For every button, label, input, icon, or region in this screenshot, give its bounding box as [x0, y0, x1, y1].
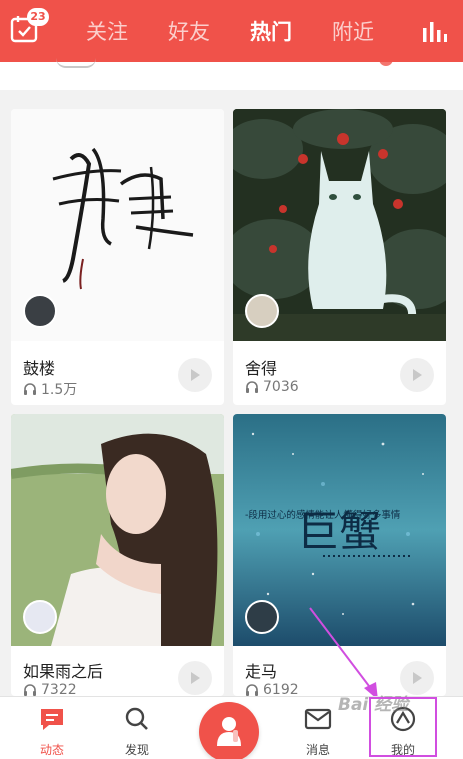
tab-popular[interactable]: 热门	[230, 16, 312, 46]
play-button[interactable]	[178, 358, 212, 392]
record-button[interactable]	[199, 702, 259, 759]
headphones-icon	[246, 381, 258, 393]
play-count-value: 6192	[263, 682, 299, 696]
headphones-icon	[246, 684, 258, 696]
song-card[interactable]: 如果雨之后 7322	[11, 414, 224, 696]
play-icon	[191, 672, 200, 684]
song-card[interactable]: 舍得 7036	[233, 109, 446, 405]
play-icon	[413, 672, 422, 684]
song-title: 鼓楼	[23, 359, 56, 378]
song-title: 舍得	[245, 359, 278, 378]
play-count: 7036	[245, 379, 299, 395]
tab-friends[interactable]: 好友	[148, 16, 230, 46]
play-button[interactable]	[178, 661, 212, 695]
play-icon	[413, 369, 422, 381]
chat-bubble-icon	[41, 709, 63, 730]
annotation-highlight-box	[369, 697, 437, 757]
play-count: 1.5万	[23, 379, 77, 399]
song-cover	[11, 109, 224, 341]
play-count-value: 7322	[41, 682, 77, 696]
nav-feed-label: 动态	[39, 743, 64, 757]
user-avatar[interactable]	[23, 600, 57, 634]
nav-feed[interactable]: 动态	[12, 697, 92, 759]
song-card[interactable]: 鼓楼 1.5万	[11, 109, 224, 405]
singer-icon	[217, 717, 241, 746]
user-avatar[interactable]	[245, 600, 279, 634]
headphones-icon	[24, 684, 36, 696]
play-count-value: 7036	[263, 379, 299, 395]
play-count: 6192	[245, 682, 299, 696]
banner-edge	[56, 58, 96, 68]
cover-subtitle-text: -段用过心的感情能让人懂得好多事情	[245, 509, 401, 521]
user-avatar[interactable]	[23, 294, 57, 328]
notification-badge: 23	[27, 8, 49, 26]
play-count: 7322	[23, 682, 77, 696]
checkin-calendar-icon[interactable]: 23	[10, 8, 49, 44]
nav-messages-label: 消息	[305, 743, 330, 757]
play-icon	[191, 369, 200, 381]
tab-nearby[interactable]: 附近	[312, 16, 394, 46]
headphones-icon	[24, 383, 36, 395]
song-cover	[233, 109, 446, 341]
nav-discover-label: 发现	[124, 743, 149, 757]
banner-edge-dot	[379, 56, 393, 66]
user-avatar[interactable]	[245, 294, 279, 328]
mail-icon	[304, 708, 332, 730]
song-title: 走马	[245, 662, 278, 681]
play-count-value: 1.5万	[41, 382, 78, 398]
search-icon	[125, 707, 148, 730]
nav-discover[interactable]: 发现	[97, 697, 177, 759]
top-tabs: 关注 好友 热门 附近	[66, 0, 394, 62]
song-cover	[11, 414, 224, 646]
ranking-chart-icon[interactable]	[421, 18, 449, 44]
tab-following[interactable]: 关注	[66, 16, 148, 46]
app-root: 23 关注 好友 热门 附近 鼓楼 1.5万 舍得 7036 如果雨之后 732…	[0, 0, 463, 759]
collapsed-banner-strip	[0, 56, 463, 90]
song-title: 如果雨之后	[23, 662, 104, 681]
play-button[interactable]	[400, 358, 434, 392]
top-bar: 23 关注 好友 热门 附近	[0, 0, 463, 62]
